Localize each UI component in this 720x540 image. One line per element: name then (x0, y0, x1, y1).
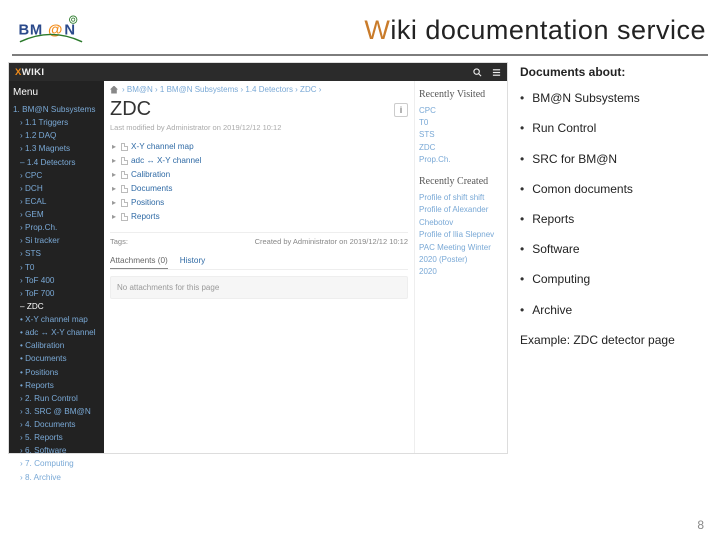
sidebar-item[interactable]: › ECAL (13, 195, 102, 208)
header-divider (12, 54, 708, 56)
recently-visited-item[interactable]: T0 (419, 117, 505, 129)
sidebar-item[interactable]: › ToF 700 (13, 287, 102, 300)
wiki-main: › BM@N › 1 BM@N Subsystems › 1.4 Detecto… (104, 81, 415, 453)
recently-created-item[interactable]: PAC Meeting Winter 2020 (Poster) (419, 242, 505, 267)
sidebar-item[interactable]: – 1.4 Detectors (13, 156, 102, 169)
xwiki-logo: XWIKI (15, 67, 44, 78)
recently-created-heading: Recently Created (419, 174, 505, 190)
sidebar-item[interactable]: • X-Y channel map (13, 313, 102, 326)
page-number: 8 (697, 518, 704, 532)
breadcrumb[interactable]: › BM@N › 1 BM@N Subsystems › 1.4 Detecto… (110, 85, 408, 94)
sidebar-item[interactable]: › 4. Documents (13, 418, 102, 431)
tree-item[interactable]: ▸Calibration (110, 168, 408, 182)
bullet-item: •Comon documents (520, 181, 708, 197)
sidebar-item[interactable]: › 2. Run Control (13, 392, 102, 405)
page-icon (121, 199, 128, 207)
bullet-item: •Reports (520, 211, 708, 227)
wiki-topbar: XWIKI (9, 63, 507, 81)
home-icon[interactable] (110, 86, 118, 94)
example-caption: Example: ZDC detector page (520, 332, 708, 348)
sidebar-item[interactable]: • Reports (13, 379, 102, 392)
search-icon[interactable] (473, 68, 482, 77)
recently-created-item[interactable]: Profile of Alexander Chebotov (419, 204, 505, 229)
tab-attachments[interactable]: Attachments (0) (110, 256, 168, 269)
tree-item[interactable]: ▸adc ↔ X-Y channel (110, 154, 408, 168)
sidebar-item[interactable]: › CPC (13, 169, 102, 182)
page-icon (121, 185, 128, 193)
bmn-logo-icon: BM @ N (14, 12, 88, 48)
sidebar-item[interactable]: › 3. SRC @ BM@N (13, 405, 102, 418)
sidebar-item[interactable]: › T0 (13, 261, 102, 274)
child-page-tree: ▸X-Y channel map▸adc ↔ X-Y channel▸Calib… (110, 140, 408, 224)
sidebar-item[interactable]: › 5. Reports (13, 431, 102, 444)
sidebar-item[interactable]: › GEM (13, 208, 102, 221)
sidebar-item[interactable]: › 1.2 DAQ (13, 129, 102, 142)
tree-item[interactable]: ▸Documents (110, 182, 408, 196)
sidebar-item[interactable]: › STS (13, 247, 102, 260)
sidebar-item[interactable]: › 6. Software (13, 444, 102, 457)
sidebar-item[interactable]: • adc ↔ X-Y channel (13, 326, 102, 339)
sidebar-item[interactable]: › Prop.Ch. (13, 221, 102, 234)
content-tabs: Attachments (0) History (110, 256, 408, 270)
wiki-sidebar: Menu 1. BM@N Subsystems› 1.1 Triggers› 1… (9, 81, 104, 453)
page-icon (121, 213, 128, 221)
sidebar-item[interactable]: • Calibration (13, 339, 102, 352)
svg-text:@: @ (48, 22, 62, 38)
slide-title: Wiki documentation service (364, 15, 706, 46)
tree-item[interactable]: ▸Positions (110, 196, 408, 210)
recently-created-item[interactable]: Profile of shift shift (419, 192, 505, 204)
bullet-item: •Computing (520, 271, 708, 287)
sidebar-heading: Menu (13, 85, 102, 101)
sidebar-item[interactable]: › ToF 400 (13, 274, 102, 287)
bullets-heading: Documents about: (520, 64, 708, 80)
no-attachments-message: No attachments for this page (110, 276, 408, 299)
bullet-panel: Documents about: •BM@N Subsystems •Run Co… (514, 62, 712, 454)
sidebar-item[interactable]: – ZDC (13, 300, 102, 313)
page-icon (121, 143, 128, 151)
recently-created-item[interactable]: 2020 (419, 266, 505, 278)
sidebar-item[interactable]: › 1.3 Magnets (13, 142, 102, 155)
page-title: ZDC (110, 98, 408, 121)
sidebar-item[interactable]: › 1.1 Triggers (13, 116, 102, 129)
recently-visited-item[interactable]: STS (419, 129, 505, 141)
bmn-logo: BM @ N (14, 12, 88, 48)
last-modified: Last modified by Administrator on 2019/1… (110, 123, 408, 132)
sidebar-item[interactable]: › 8. Archive (13, 471, 102, 484)
tree-item[interactable]: ▸X-Y channel map (110, 140, 408, 154)
info-button[interactable]: i (394, 103, 408, 117)
bullet-item: •BM@N Subsystems (520, 90, 708, 106)
recently-visited-item[interactable]: CPC (419, 105, 505, 117)
wiki-screenshot: XWIKI Menu 1. BM@N Subsystems› 1.1 Trigg… (8, 62, 508, 454)
recently-visited-item[interactable]: ZDC (419, 142, 505, 154)
sidebar-item[interactable]: 1. BM@N Subsystems (13, 103, 102, 116)
tags-label: Tags: (110, 237, 128, 246)
sidebar-item[interactable]: › Si tracker (13, 234, 102, 247)
bullet-item: •SRC for BM@N (520, 151, 708, 167)
sidebar-item[interactable]: • Documents (13, 352, 102, 365)
hamburger-icon[interactable] (492, 68, 501, 77)
sidebar-item[interactable]: › DCH (13, 182, 102, 195)
bullet-item: •Run Control (520, 120, 708, 136)
recently-created-item[interactable]: Profile of Ilia Slepnev (419, 229, 505, 241)
recently-visited-heading: Recently Visited (419, 87, 505, 103)
bullet-list: •BM@N Subsystems •Run Control •SRC for BM@… (520, 90, 708, 318)
bullet-item: •Archive (520, 302, 708, 318)
bullet-item: •Software (520, 241, 708, 257)
sidebar-item[interactable]: • Positions (13, 366, 102, 379)
page-icon (121, 171, 128, 179)
page-icon (121, 157, 128, 165)
recently-visited-item[interactable]: Prop.Ch. (419, 154, 505, 166)
sidebar-item[interactable]: › 7. Computing (13, 457, 102, 470)
created-by: Created by Administrator on 2019/12/12 1… (255, 237, 408, 246)
tree-item[interactable]: ▸Reports (110, 210, 408, 224)
wiki-right-column: Recently Visited CPCT0STSZDCProp.Ch. Rec… (415, 81, 507, 453)
tab-history[interactable]: History (180, 256, 205, 269)
